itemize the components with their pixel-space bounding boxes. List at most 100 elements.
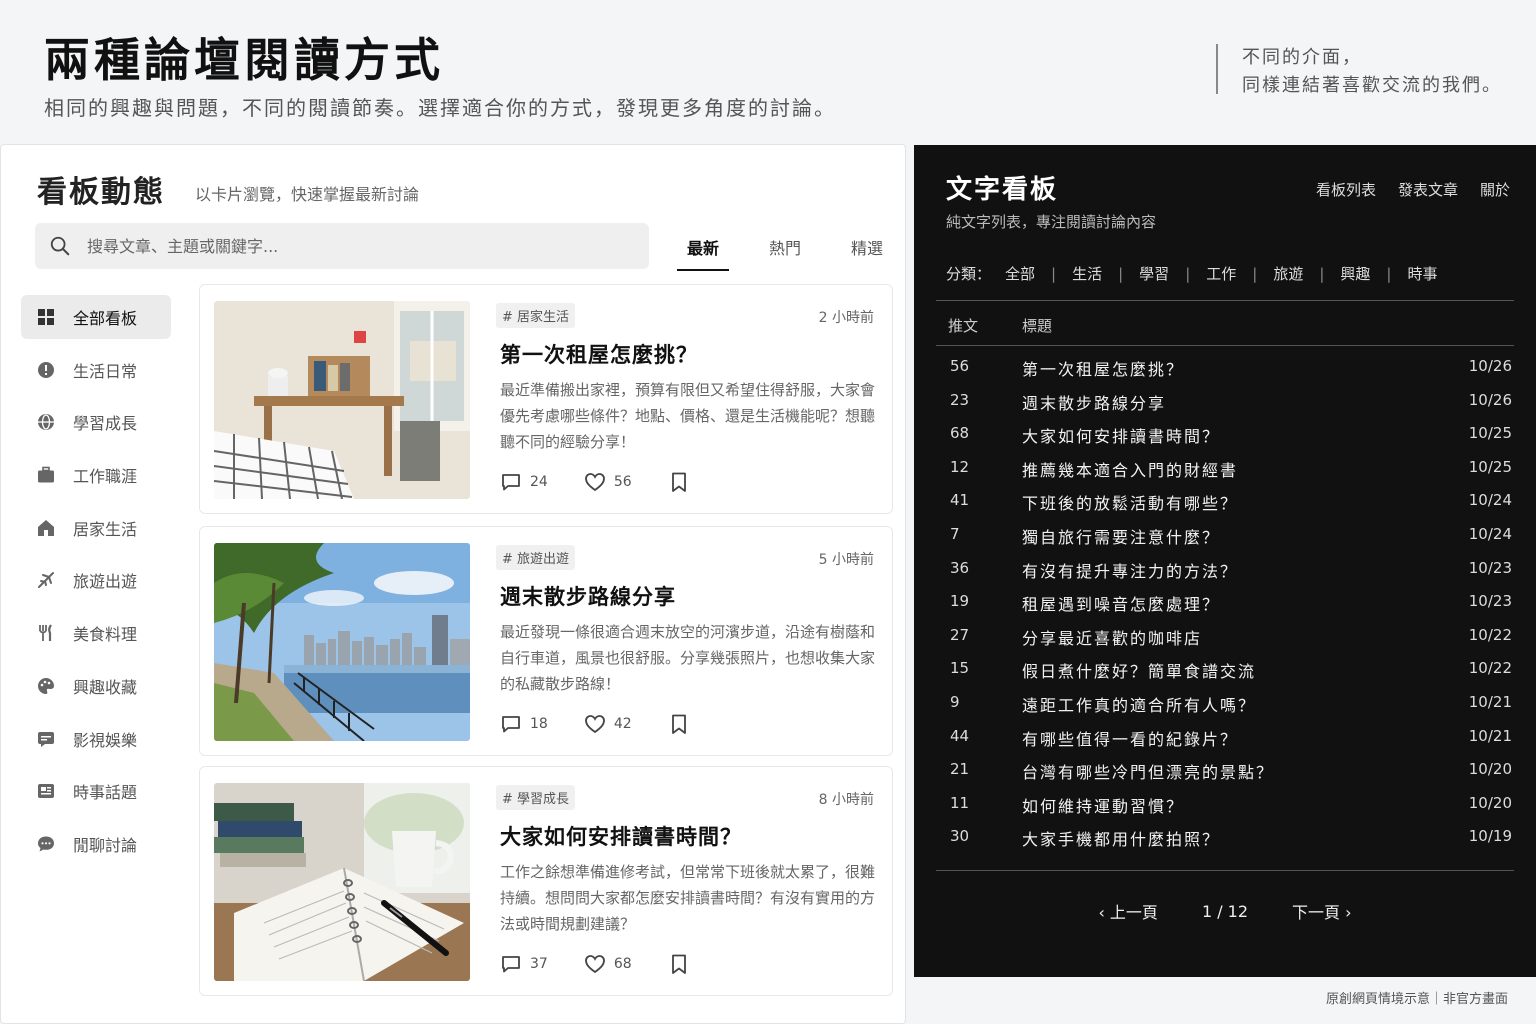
chat-icon [38, 836, 54, 852]
post-thumbnail-river [214, 543, 470, 741]
bookmark-icon[interactable] [668, 471, 690, 493]
sidebar-item-news[interactable]: 時事話題 [21, 769, 171, 813]
list-item[interactable]: 9 遠距工作真的適合所有人嗎？ 10/21 [936, 686, 1514, 720]
post-tag[interactable]: # 居家生活 [496, 303, 576, 328]
post-stats: 18 42 [500, 713, 690, 735]
list-item[interactable]: 41 下班後的放鬆活動有哪些？ 10/24 [936, 484, 1514, 518]
prev-page-button[interactable]: ‹ 上一頁 [1098, 899, 1158, 923]
tab-latest[interactable]: 最新 [677, 235, 730, 271]
post-tag[interactable]: # 學習成長 [496, 785, 576, 810]
list-item[interactable]: 30 大家手機都用什麼拍照？ 10/19 [936, 820, 1514, 854]
list-item-title[interactable]: 獨自旅行需要注意什麼？ [1022, 524, 1220, 548]
list-item-title[interactable]: 大家手機都用什麼拍照？ [1022, 826, 1220, 850]
list-item-title[interactable]: 下班後的放鬆活動有哪些？ [1022, 490, 1238, 514]
sidebar-item-all[interactable]: 全部看板 [21, 295, 171, 339]
nav-board-list[interactable]: 看板列表 [1316, 179, 1376, 200]
category-learning[interactable]: 學習 [1139, 263, 1169, 284]
push-count: 27 [950, 625, 970, 644]
post-tag[interactable]: # 旅遊出遊 [496, 545, 576, 570]
sidebar-item-chat[interactable]: 閒聊討論 [21, 822, 171, 866]
like-button[interactable]: 42 [584, 713, 632, 735]
sidebar-item-career[interactable]: 工作職涯 [21, 453, 171, 497]
bookmark-icon[interactable] [668, 953, 690, 975]
post-list: 56 第一次租屋怎麼挑？ 10/26 23 週末散步路線分享 10/26 68 大家如何安… [936, 350, 1514, 854]
sidebar-item-home[interactable]: 居家生活 [21, 506, 171, 550]
list-item-title[interactable]: 推薦幾本適合入門的財經書 [1022, 457, 1238, 481]
sidebar-item-food[interactable]: 美食料理 [21, 611, 171, 655]
post-title[interactable]: 大家如何安排讀書時間？ [500, 821, 742, 851]
list-item[interactable]: 7 獨自旅行需要注意什麼？ 10/24 [936, 518, 1514, 552]
list-item-date: 10/26 [1468, 357, 1512, 375]
post-card[interactable]: # 旅遊出遊 5 小時前 週末散步路線分享 最近發現一條很適合週末放空的河濱步道… [199, 526, 893, 756]
category-news[interactable]: 時事 [1407, 263, 1437, 284]
tab-hot[interactable]: 熱門 [759, 235, 811, 271]
comment-button[interactable]: 18 [500, 713, 548, 735]
category-work[interactable]: 工作 [1206, 263, 1236, 284]
push-count: 15 [950, 659, 970, 678]
post-card[interactable]: # 學習成長 8 小時前 大家如何安排讀書時間？ 工作之餘想準備進修考試，但常常… [199, 766, 893, 996]
category-life[interactable]: 生活 [1072, 263, 1102, 284]
category-all[interactable]: 全部 [1005, 263, 1035, 284]
comment-button[interactable]: 37 [500, 953, 548, 975]
list-item-title[interactable]: 大家如何安排讀書時間？ [1022, 423, 1220, 447]
search-input[interactable] [87, 223, 637, 269]
tab-featured[interactable]: 精選 [841, 235, 893, 271]
grid-icon [38, 309, 54, 325]
category-filter: 分類： 全部 | 生活 | 學習 | 工作 | 旅遊 | 興趣 | 時事 [946, 263, 1438, 284]
nav-about[interactable]: 關於 [1480, 179, 1510, 200]
comment-icon [502, 474, 520, 491]
list-item-date: 10/20 [1468, 760, 1512, 779]
sidebar-item-learning[interactable]: 學習成長 [21, 400, 171, 444]
post-title[interactable]: 第一次租屋怎麼挑？ [500, 339, 698, 369]
category-hobby[interactable]: 興趣 [1340, 263, 1370, 284]
list-item[interactable]: 21 台灣有哪些冷門但漂亮的景點？ 10/20 [936, 753, 1514, 787]
category-divider: | [1252, 264, 1258, 283]
list-item[interactable]: 56 第一次租屋怎麼挑？ 10/26 [936, 350, 1514, 384]
list-item-date: 10/20 [1468, 793, 1512, 812]
list-item[interactable]: 27 分享最近喜歡的咖啡店 10/22 [936, 619, 1514, 653]
list-item[interactable]: 68 大家如何安排讀書時間？ 10/25 [936, 417, 1514, 451]
list-item-title[interactable]: 租屋遇到噪音怎麼處理？ [1022, 591, 1220, 615]
like-button[interactable]: 68 [584, 953, 632, 975]
list-item-title[interactable]: 週末散步路線分享 [1022, 390, 1166, 414]
nav-new-post[interactable]: 發表文章 [1398, 179, 1458, 200]
list-item-title[interactable]: 如何維持運動習慣？ [1022, 793, 1184, 817]
list-item-title[interactable]: 假日煮什麼好？簡單食譜交流 [1022, 658, 1256, 682]
sidebar-item-life[interactable]: 生活日常 [21, 348, 171, 392]
search-icon [50, 236, 70, 256]
list-item-title[interactable]: 有哪些值得一看的紀錄片？ [1022, 726, 1238, 750]
category-divider: | [1185, 264, 1191, 283]
search-box [35, 223, 649, 269]
list-item-title[interactable]: 分享最近喜歡的咖啡店 [1022, 625, 1202, 649]
post-title[interactable]: 週末散步路線分享 [500, 581, 676, 611]
category-label: 分類： [946, 265, 992, 283]
list-item[interactable]: 15 假日煮什麼好？簡單食譜交流 10/22 [936, 652, 1514, 686]
next-page-button[interactable]: 下一頁 › [1292, 899, 1352, 923]
list-item-title[interactable]: 台灣有哪些冷門但漂亮的景點？ [1022, 759, 1274, 783]
like-button[interactable]: 56 [584, 471, 632, 493]
comment-count: 37 [530, 956, 548, 972]
post-card[interactable]: # 居家生活 2 小時前 第一次租屋怎麼挑？ 最近準備搬出家裡，預算有限但又希望… [199, 284, 893, 514]
push-count: 21 [950, 760, 970, 779]
list-item[interactable]: 44 有哪些值得一看的紀錄片？ 10/21 [936, 720, 1514, 754]
sidebar-item-travel[interactable]: 旅遊出遊 [21, 558, 171, 602]
list-item-date: 10/25 [1468, 457, 1512, 476]
sidebar-item-hobby[interactable]: 興趣收藏 [21, 664, 171, 708]
board-sidebar: 全部看板 生活日常 學習成長 工作職涯 居家生活 旅遊出遊 美食料理 興趣收藏 [21, 295, 171, 875]
sidebar-item-entertainment[interactable]: 影視娛樂 [21, 717, 171, 761]
push-count: 41 [950, 491, 970, 510]
list-item-title[interactable]: 遠距工作真的適合所有人嗎？ [1022, 692, 1256, 716]
list-item[interactable]: 11 如何維持運動習慣？ 10/20 [936, 787, 1514, 821]
list-item[interactable]: 19 租屋遇到噪音怎麼處理？ 10/23 [936, 585, 1514, 619]
category-travel[interactable]: 旅遊 [1273, 263, 1303, 284]
list-item-title[interactable]: 第一次租屋怎麼挑？ [1022, 356, 1184, 380]
list-item[interactable]: 23 週末散步路線分享 10/26 [936, 384, 1514, 418]
comment-button[interactable]: 24 [500, 471, 548, 493]
push-count: 56 [950, 357, 970, 375]
sidebar-item-label: 影視娛樂 [73, 730, 138, 750]
bookmark-icon[interactable] [668, 713, 690, 735]
list-item[interactable]: 12 推薦幾本適合入門的財經書 10/25 [936, 451, 1514, 485]
push-count: 30 [950, 827, 970, 846]
list-item-title[interactable]: 有沒有提升專注力的方法？ [1022, 558, 1238, 582]
list-item[interactable]: 36 有沒有提升專注力的方法？ 10/23 [936, 552, 1514, 586]
